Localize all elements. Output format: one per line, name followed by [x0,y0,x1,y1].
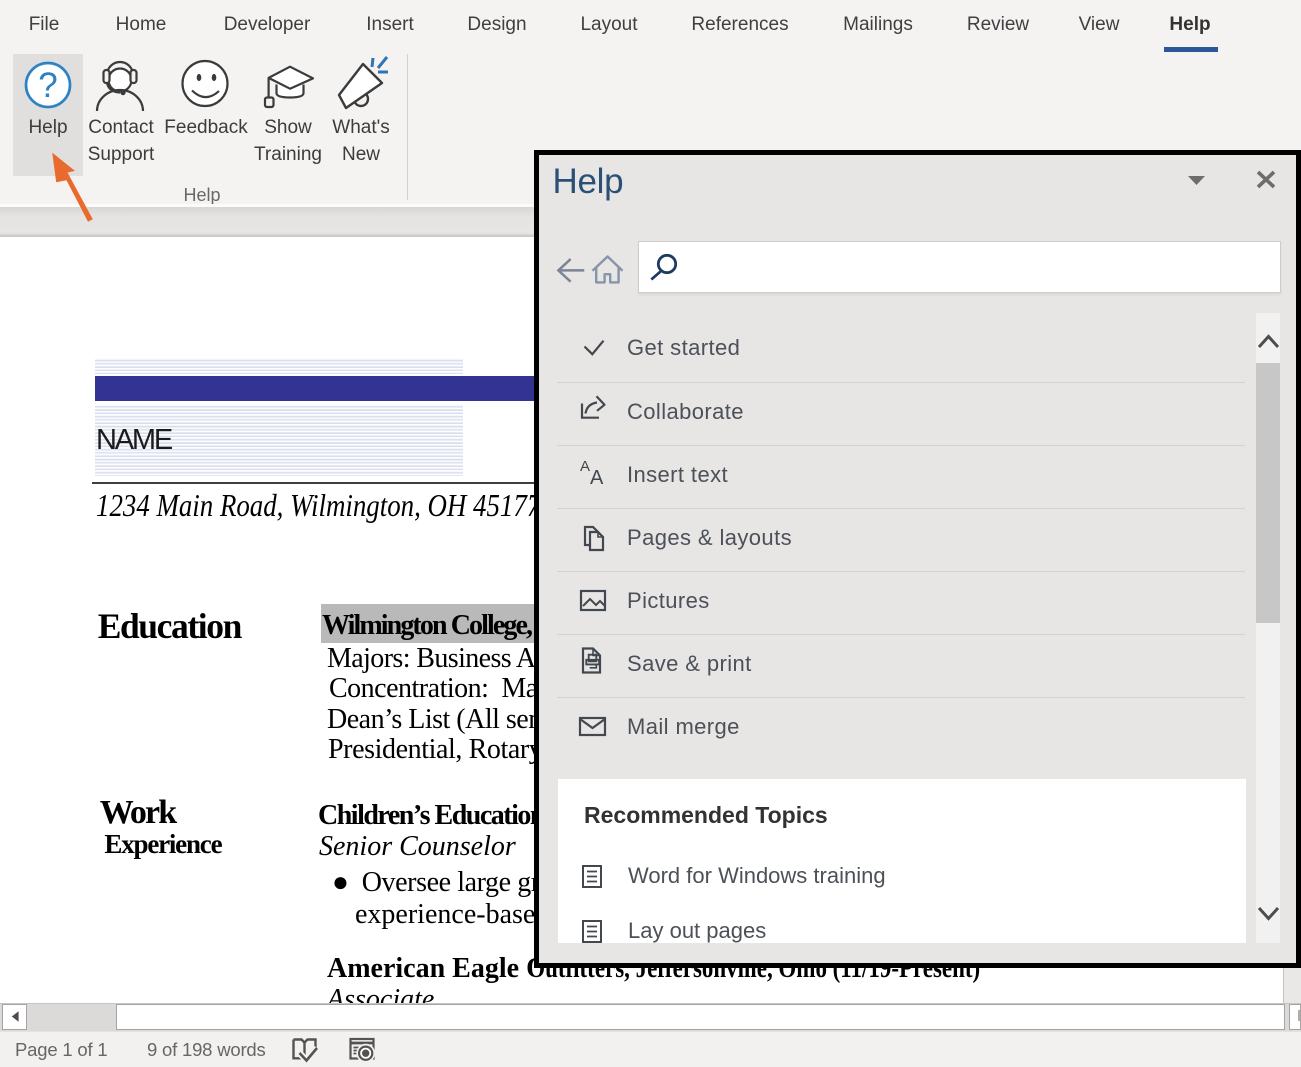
svg-text:?: ? [38,66,57,105]
svg-text:A: A [580,458,590,475]
svg-text:A: A [590,467,604,489]
